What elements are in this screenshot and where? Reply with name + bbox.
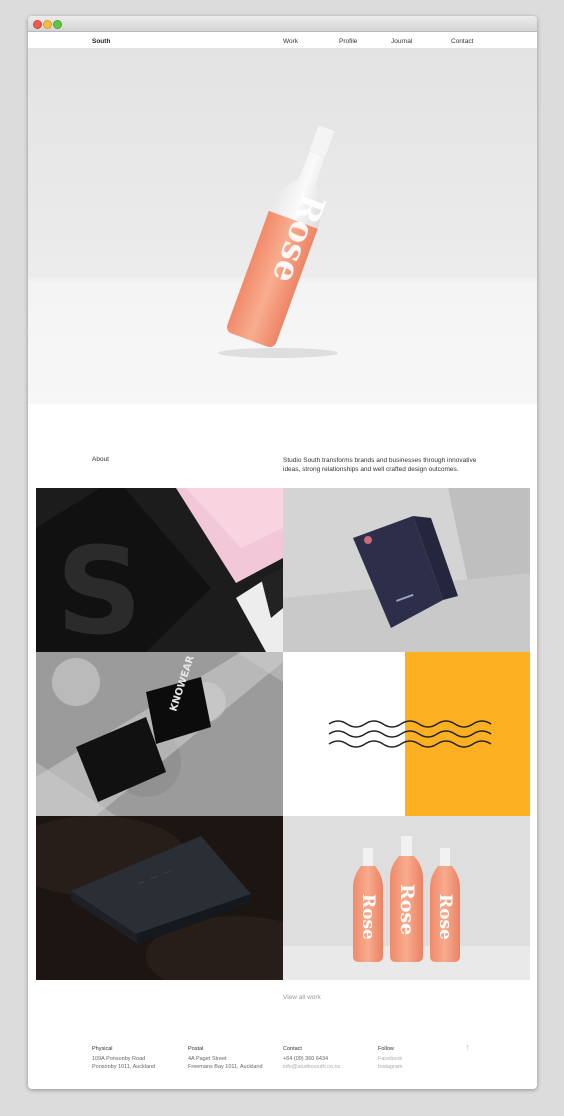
bottle-label-left: Rose [358, 894, 378, 940]
portfolio-tile-waves[interactable] [283, 652, 530, 816]
bottle-label-right: Rose [435, 894, 455, 940]
view-all-work-link[interactable]: View all work [283, 994, 321, 1001]
footer-physical-line: 109A Ponsonby Road [92, 1056, 146, 1062]
zoom-window-icon[interactable] [53, 20, 62, 29]
hero-image: Rose [28, 48, 537, 404]
about-text: Studio South transforms brands and busin… [283, 457, 477, 473]
footer-physical-line: Ponsonby 1011, Auckland [92, 1064, 156, 1070]
footer-postal-heading: Postal [188, 1046, 204, 1052]
portfolio-tile-embossed-box[interactable]: ~ ~ ~ [36, 816, 283, 980]
close-window-icon[interactable] [33, 20, 42, 29]
window-titlebar [28, 16, 537, 32]
portfolio-tile-knowear-cards[interactable]: KNOWEAR [36, 652, 283, 816]
browser-window: South Work Profile Journal Contact Rose … [28, 16, 537, 1089]
footer-facebook-link[interactable]: Facebook [378, 1056, 402, 1062]
footer-contact-heading: Contact [283, 1046, 302, 1052]
svg-text:S: S [56, 523, 142, 652]
footer-email-link[interactable]: info@studiosouth.co.nz [283, 1064, 340, 1070]
nav-work[interactable]: Work [283, 38, 298, 45]
nav-profile[interactable]: Profile [339, 38, 357, 45]
footer-phone[interactable]: +64 (09) 360 6434 [283, 1056, 328, 1062]
bottle-label-center: Rose [396, 884, 418, 935]
portfolio-tile-rose-bottles[interactable]: Rose Rose Rose [283, 816, 530, 980]
footer-follow-heading: Follow [378, 1046, 394, 1052]
nav-journal[interactable]: Journal [391, 38, 412, 45]
footer-postal-line: Freemans Bay 1011, Auckland [188, 1064, 263, 1070]
brand-logo[interactable]: South [92, 38, 110, 45]
footer-postal-line: 4A Paget Street [188, 1056, 227, 1062]
nav-contact[interactable]: Contact [451, 38, 473, 45]
minimize-window-icon[interactable] [43, 20, 52, 29]
footer-instagram-link[interactable]: Instagram [378, 1064, 402, 1070]
arrow-up-icon[interactable]: ↑ [465, 1042, 470, 1052]
portfolio-tile-folder[interactable] [283, 488, 530, 652]
portfolio-tile-stationery[interactable]: S [36, 488, 283, 652]
footer-physical-heading: Physical [92, 1046, 113, 1052]
about-label: About [92, 456, 109, 463]
